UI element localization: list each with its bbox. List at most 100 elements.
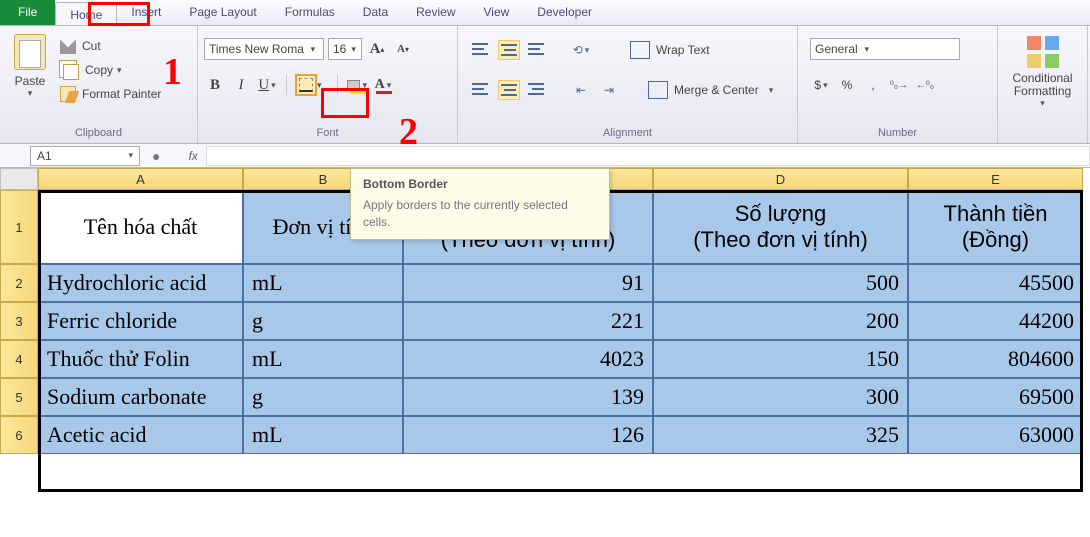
tab-insert[interactable]: Insert	[117, 0, 175, 25]
col-header-A[interactable]: A	[38, 168, 243, 190]
group-clipboard: Paste ▾ Cut Copy▾ Format Painter Clipboa…	[0, 26, 198, 143]
cell-A2[interactable]: Hydrochloric acid	[38, 264, 243, 302]
shrink-font-button[interactable]: A▾	[392, 38, 414, 60]
comma-button[interactable]: ,	[862, 74, 884, 96]
format-painter-label: Format Painter	[82, 87, 161, 101]
conditional-formatting-icon	[1027, 36, 1059, 68]
decrease-decimal-button[interactable]: ←⁰₀	[914, 74, 936, 96]
font-name-value: Times New Roma	[209, 42, 304, 56]
table-row: Hydrochloric acid mL 91 500 45500	[38, 264, 1090, 302]
select-all-corner[interactable]	[0, 168, 38, 190]
shrink-font-icon: A	[397, 43, 405, 55]
cell-A6[interactable]: Acetic acid	[38, 416, 243, 454]
cut-label: Cut	[82, 39, 101, 53]
currency-button[interactable]: $▾	[810, 74, 832, 96]
underline-button[interactable]: U▾	[256, 74, 278, 96]
cell-E6[interactable]: 63000	[908, 416, 1083, 454]
cell-A1[interactable]: Tên hóa chất	[38, 190, 243, 264]
font-name-combo[interactable]: Times New Roma▾	[204, 38, 324, 60]
cell-C4[interactable]: 4023	[403, 340, 653, 378]
cell-E5[interactable]: 69500	[908, 378, 1083, 416]
conditional-formatting-label: Conditional Formatting	[1012, 72, 1073, 98]
cell-C5[interactable]: 139	[403, 378, 653, 416]
wrap-text-button[interactable]: Wrap Text	[624, 39, 716, 61]
row-header-5[interactable]: 5	[0, 378, 38, 416]
cell-D3[interactable]: 200	[653, 302, 908, 340]
row-header-6[interactable]: 6	[0, 416, 38, 454]
cell-A3[interactable]: Ferric chloride	[38, 302, 243, 340]
paste-button[interactable]: Paste ▾	[6, 30, 54, 125]
row-headers: 1 2 3 4 5 6	[0, 190, 38, 454]
tab-developer[interactable]: Developer	[523, 0, 606, 25]
cell-B5[interactable]: g	[243, 378, 403, 416]
name-box[interactable]: A1▾	[30, 146, 140, 166]
copy-button[interactable]: Copy▾	[54, 58, 167, 82]
tab-view[interactable]: View	[470, 0, 524, 25]
cell-D6[interactable]: 325	[653, 416, 908, 454]
cell-D1[interactable]: Số lượng(Theo đơn vị tính)	[653, 190, 908, 264]
wrap-text-icon	[630, 41, 650, 59]
group-number: General▾ $▾ % , ⁰₀→ ←⁰₀ Number	[798, 26, 998, 143]
align-left-button[interactable]	[470, 80, 492, 100]
cell-C3[interactable]: 221	[403, 302, 653, 340]
paste-label: Paste	[15, 74, 46, 88]
row-header-3[interactable]: 3	[0, 302, 38, 340]
conditional-formatting-button[interactable]: Conditional Formatting ▾	[1004, 30, 1081, 137]
col-header-E[interactable]: E	[908, 168, 1083, 190]
cell-A5[interactable]: Sodium carbonate	[38, 378, 243, 416]
cell-A4[interactable]: Thuốc thử Folin	[38, 340, 243, 378]
cell-E2[interactable]: 45500	[908, 264, 1083, 302]
row-header-2[interactable]: 2	[0, 264, 38, 302]
font-color-button[interactable]: A▾	[372, 74, 394, 96]
cell-D5[interactable]: 300	[653, 378, 908, 416]
cell-E1[interactable]: Thành tiền(Đồng)	[908, 190, 1083, 264]
borders-button[interactable]: ▾	[295, 74, 317, 96]
cell-D4[interactable]: 150	[653, 340, 908, 378]
cell-C2[interactable]: 91	[403, 264, 653, 302]
italic-icon: I	[239, 77, 244, 94]
cell-D2[interactable]: 500	[653, 264, 908, 302]
align-middle-button[interactable]	[498, 40, 520, 60]
fill-color-button[interactable]: ▾	[346, 74, 368, 96]
increase-decimal-button[interactable]: ⁰₀→	[888, 74, 910, 96]
tab-page-layout[interactable]: Page Layout	[175, 0, 270, 25]
italic-button[interactable]: I	[230, 74, 252, 96]
align-right-button[interactable]	[526, 80, 548, 100]
cell-E4[interactable]: 804600	[908, 340, 1083, 378]
grow-font-button[interactable]: A▴	[366, 38, 388, 60]
bold-button[interactable]: B	[204, 74, 226, 96]
font-size-combo[interactable]: 16▾	[328, 38, 362, 60]
merge-center-button[interactable]: Merge & Center▾	[642, 79, 779, 101]
cell-B4[interactable]: mL	[243, 340, 403, 378]
cell-B6[interactable]: mL	[243, 416, 403, 454]
row-header-1[interactable]: 1	[0, 190, 38, 264]
cell-E3[interactable]: 44200	[908, 302, 1083, 340]
cell-B2[interactable]: mL	[243, 264, 403, 302]
number-format-value: General	[815, 42, 858, 56]
tab-home[interactable]: Home	[55, 2, 117, 25]
cell-C6[interactable]: 126	[403, 416, 653, 454]
number-format-combo[interactable]: General▾	[810, 38, 960, 60]
tab-review[interactable]: Review	[402, 0, 469, 25]
tab-formulas[interactable]: Formulas	[271, 0, 349, 25]
col-header-D[interactable]: D	[653, 168, 908, 190]
insert-function-button[interactable]: fx	[188, 149, 197, 163]
formula-input[interactable]	[206, 146, 1090, 166]
decrease-indent-button[interactable]: ⇤	[570, 80, 592, 100]
cell-B3[interactable]: g	[243, 302, 403, 340]
align-bottom-button[interactable]	[526, 40, 548, 60]
tab-file[interactable]: File	[0, 0, 55, 25]
ribbon: Paste ▾ Cut Copy▾ Format Painter Clipboa…	[0, 26, 1090, 144]
merge-label: Merge & Center	[674, 83, 759, 97]
percent-button[interactable]: %	[836, 74, 858, 96]
increase-indent-button[interactable]: ⇥	[598, 80, 620, 100]
cut-button[interactable]: Cut	[54, 34, 167, 58]
align-top-button[interactable]	[470, 40, 492, 60]
align-center-button[interactable]	[498, 80, 520, 100]
grow-font-icon: A	[370, 41, 381, 58]
group-title-font: Font	[204, 125, 451, 141]
format-painter-button[interactable]: Format Painter	[54, 82, 167, 106]
orientation-button[interactable]: ⟲▾	[570, 40, 592, 60]
row-header-4[interactable]: 4	[0, 340, 38, 378]
tab-data[interactable]: Data	[349, 0, 402, 25]
